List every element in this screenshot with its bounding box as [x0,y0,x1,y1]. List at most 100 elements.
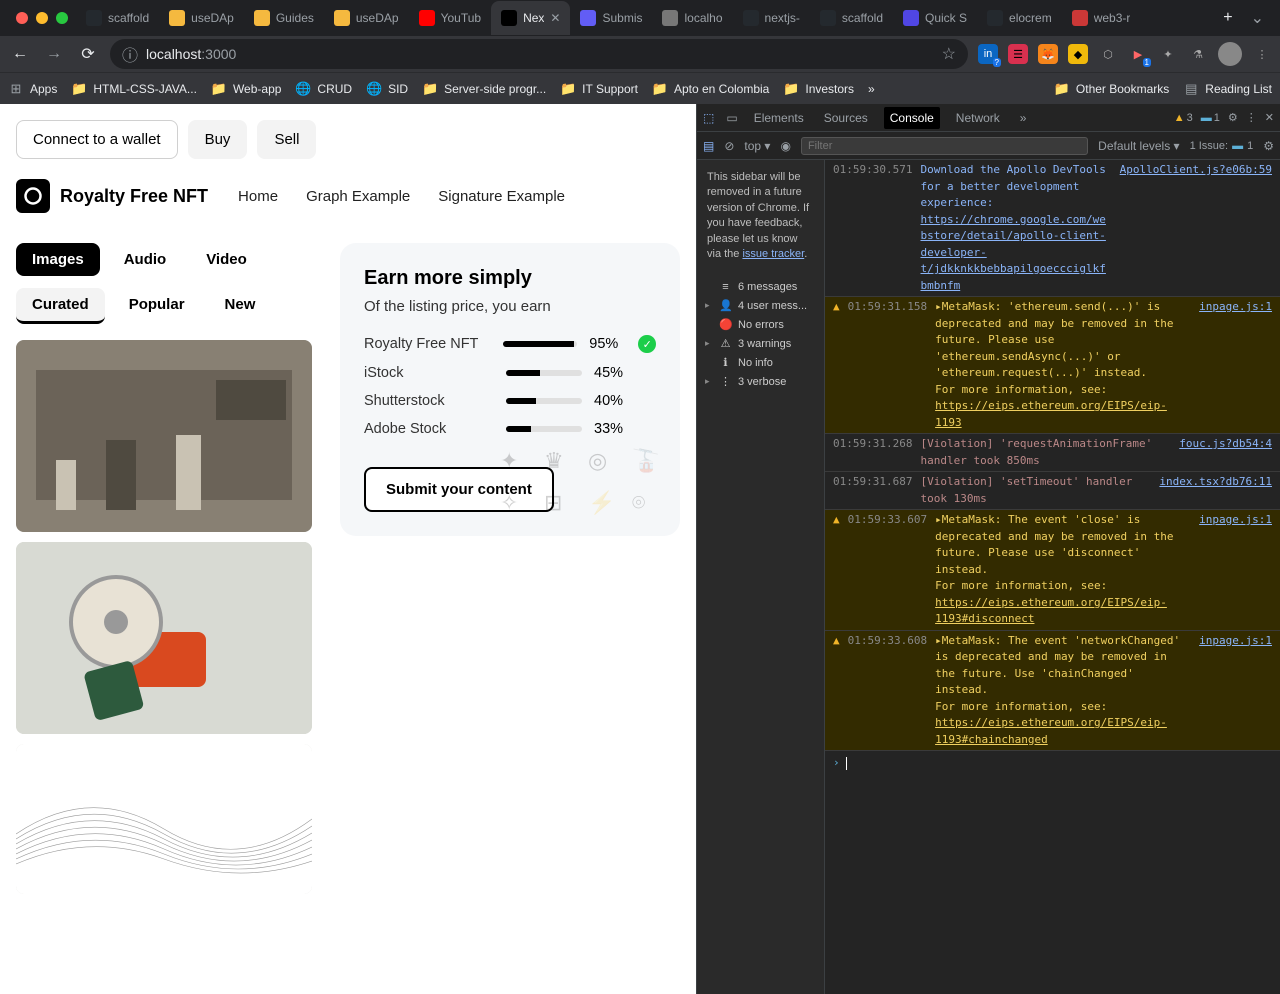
bookmark-item[interactable]: ⊞Apps [8,81,57,97]
profile-avatar[interactable] [1218,42,1242,66]
issues-badge[interactable]: 1 Issue: ▬1 [1190,140,1254,152]
nav-link[interactable]: Home [238,188,278,205]
bookmarks-overflow[interactable]: » [868,82,875,96]
minimize-window-icon[interactable] [36,12,48,24]
image-thumbnail[interactable] [16,744,312,894]
image-thumbnail[interactable] [16,340,312,532]
devtools-tab-network[interactable]: Network [952,111,1004,125]
extensions-menu-icon[interactable]: ✦ [1158,44,1178,64]
issue-tracker-link[interactable]: issue tracker [742,248,804,260]
extension-icon[interactable]: ◆ [1068,44,1088,64]
log-source-link[interactable]: fouc.js?db54:4 [1179,436,1272,469]
media-tab[interactable]: Video [190,243,263,276]
devtools-tab-elements[interactable]: Elements [750,111,808,125]
live-expression-icon[interactable]: ◉ [780,139,790,153]
console-message[interactable]: 01:59:30.571Download the Apollo DevTools… [825,160,1280,297]
site-info-icon[interactable]: ⓘ [122,42,138,66]
browser-tab[interactable]: YouTub [409,1,491,35]
console-message[interactable]: ▲ 01:59:33.607▸MetaMask: The event 'clos… [825,510,1280,631]
bookmark-star-icon[interactable]: ☆ [942,44,956,64]
browser-tab[interactable]: web3-r [1062,1,1141,35]
console-prompt[interactable]: › [825,751,1280,776]
extension-icon[interactable]: ⬡ [1098,44,1118,64]
bookmark-item[interactable]: 📁Web-app [211,81,281,97]
warning-count-badge[interactable]: ▲3 [1174,112,1193,124]
browser-tab[interactable]: scaffold [76,1,159,35]
log-source-link[interactable]: ApolloClient.js?e06b:59 [1120,162,1272,294]
filter-tab[interactable]: Curated [16,288,105,324]
nav-link[interactable]: Graph Example [306,188,410,205]
browser-tab[interactable]: useDAp [324,1,409,35]
context-selector[interactable]: top ▾ [744,139,770,153]
devtools-close-icon[interactable]: ✕ [1265,111,1274,124]
browser-tab[interactable]: Guides [244,1,324,35]
labs-icon[interactable]: ⚗ [1188,44,1208,64]
close-window-icon[interactable] [16,12,28,24]
log-levels-selector[interactable]: Default levels ▾ [1098,139,1179,153]
bookmark-item[interactable]: 📁IT Support [560,81,638,97]
browser-tab[interactable]: Quick S [893,1,977,35]
filter-tab[interactable]: New [209,288,272,324]
browser-tab[interactable]: localho [652,1,732,35]
console-group[interactable]: 🔴No errors [697,315,824,334]
reading-list[interactable]: ▤Reading List [1183,81,1272,97]
forward-button[interactable]: → [42,42,66,66]
console-group[interactable]: ▸⚠3 warnings [697,334,824,353]
bookmark-item[interactable]: 📁Apto en Colombia [652,81,769,97]
devtools-menu-icon[interactable]: ⋮ [1246,111,1257,124]
media-tab[interactable]: Audio [108,243,183,276]
metamask-icon[interactable]: 🦊 [1038,44,1058,64]
console-group[interactable]: ≡6 messages [697,278,824,296]
other-bookmarks[interactable]: 📁Other Bookmarks [1054,81,1169,97]
devtools-tab-console[interactable]: Console [884,107,940,129]
browser-tab[interactable]: useDAp [159,1,244,35]
extension-icon[interactable]: in? [978,44,998,64]
maximize-window-icon[interactable] [56,12,68,24]
filter-tab[interactable]: Popular [113,288,201,324]
inspect-icon[interactable]: ⬚ [703,111,714,125]
console-group[interactable]: ▸👤4 user mess... [697,296,824,315]
bookmark-item[interactable]: 📁HTML-CSS-JAVA... [71,81,197,97]
device-toggle-icon[interactable]: ▭ [726,111,737,125]
browser-tab[interactable]: scaffold [810,1,893,35]
bookmark-item[interactable]: 📁Server-side progr... [422,81,546,97]
browser-tab[interactable]: Submis [570,1,652,35]
clear-console-icon[interactable]: ⊘ [724,139,734,153]
console-sidebar-toggle-icon[interactable]: ▤ [703,139,714,153]
console-settings-icon[interactable]: ⚙ [1263,139,1274,153]
log-source-link[interactable]: inpage.js:1 [1199,633,1272,749]
bookmark-item[interactable]: 🌐CRUD [295,81,352,97]
brand[interactable]: Royalty Free NFT [16,179,208,213]
console-message[interactable]: 01:59:31.687[Violation] 'setTimeout' han… [825,472,1280,510]
log-source-link[interactable]: inpage.js:1 [1199,299,1272,431]
message-count-badge[interactable]: ▬1 [1201,112,1220,124]
connect-wallet-button[interactable]: Connect to a wallet [16,120,178,159]
browser-tab[interactable]: elocrem [977,1,1062,35]
devtools-tab-sources[interactable]: Sources [820,111,872,125]
image-thumbnail[interactable] [16,542,312,734]
log-source-link[interactable]: inpage.js:1 [1199,512,1272,628]
bookmark-item[interactable]: 📁Investors [783,81,854,97]
console-message[interactable]: ▲ 01:59:31.158▸MetaMask: 'ethereum.send(… [825,297,1280,434]
bookmark-item[interactable]: 🌐SID [366,81,408,97]
console-group[interactable]: ℹNo info [697,353,824,372]
reload-button[interactable]: ⟳ [76,42,100,66]
console-filter-input[interactable] [801,137,1088,155]
close-tab-icon[interactable]: ✕ [550,11,560,25]
nav-link[interactable]: Signature Example [438,188,565,205]
media-tab[interactable]: Images [16,243,100,276]
browser-tab[interactable]: nextjs- [733,1,810,35]
tabs-overflow-icon[interactable]: ⌄ [1243,8,1272,28]
omnibox[interactable]: ⓘ localhost:3000 ☆ [110,39,968,69]
console-group[interactable]: ▸⋮3 verbose [697,372,824,391]
console-message[interactable]: ▲ 01:59:33.608▸MetaMask: The event 'netw… [825,631,1280,752]
devtools-tabs-more[interactable]: » [1016,111,1031,125]
buy-button[interactable]: Buy [188,120,248,159]
sell-button[interactable]: Sell [257,120,316,159]
browser-tab[interactable]: Nex✕ [491,1,570,35]
devtools-settings-icon[interactable]: ⚙ [1228,111,1238,124]
console-message[interactable]: 01:59:31.268[Violation] 'requestAnimatio… [825,434,1280,472]
chrome-menu-icon[interactable]: ⋮ [1252,44,1272,64]
back-button[interactable]: ← [8,42,32,66]
extension-icon[interactable]: ☰ [1008,44,1028,64]
